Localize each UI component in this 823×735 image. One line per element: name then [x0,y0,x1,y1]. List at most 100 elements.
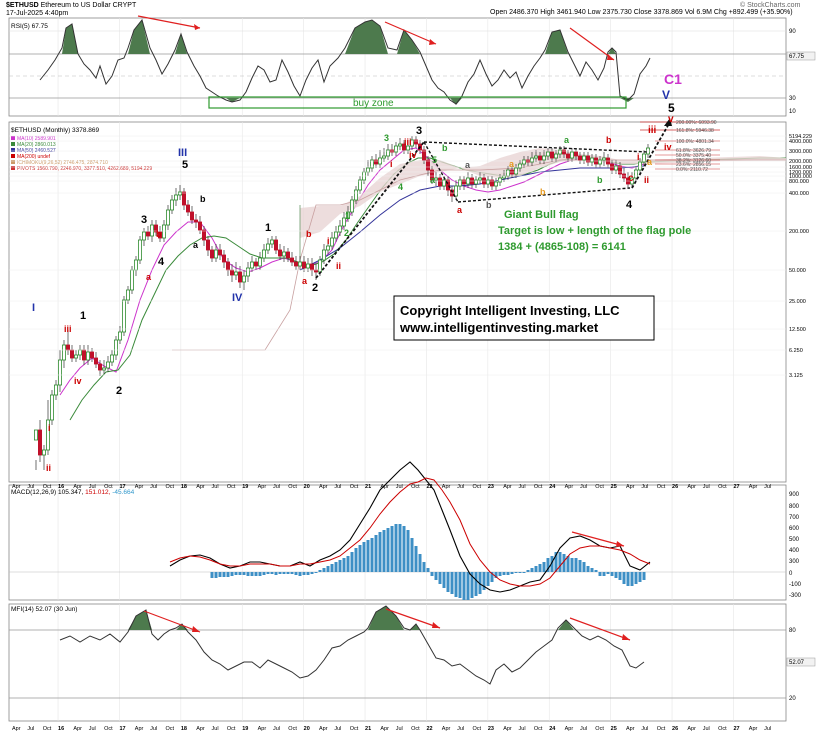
candle-body [58,359,63,386]
svg-text:i: i [327,236,330,246]
x-tick-label: Oct [350,484,359,490]
x-tick-label: Apr [135,484,144,490]
macd-bar [290,572,294,574]
svg-text:ii: ii [46,463,51,473]
candle-body [161,224,166,239]
candle-body [501,175,506,179]
x-tick-label: Apr [380,726,389,732]
svg-text:4: 4 [626,199,633,211]
svg-text:a: a [302,276,308,286]
svg-text:5: 5 [182,159,188,171]
candle-body [477,177,482,181]
candle-body [50,394,55,421]
x-tick-label: Jul [273,484,280,490]
macd-bar [610,572,614,576]
x-tick-label: Jul [703,726,710,732]
macd-bar [378,532,382,572]
svg-text:V: V [662,88,670,102]
x-tick-label: Jul [519,484,526,490]
x-tick-label: Apr [626,726,635,732]
x-tick-label: Oct [411,484,420,490]
macd-bar [222,572,226,577]
x-tick-label: Oct [350,726,359,732]
chart-canvas: buy zone RSI(5) 67.75 90 67.75 30 10 $ET… [8,15,816,732]
candle-body [185,204,190,213]
macd-bar [534,566,538,572]
candle-body [229,269,234,276]
macd-bar [574,558,578,572]
x-tick-label: Oct [227,484,236,490]
macd-bar [270,572,274,574]
macd-bar [438,572,442,584]
candle-body [590,157,595,163]
candle-body [213,249,218,259]
macd-bar [370,538,374,572]
macd-bar [258,572,262,576]
svg-text:iv: iv [409,150,417,160]
macd-bar [450,572,454,594]
svg-text:300: 300 [789,559,800,565]
svg-text:5: 5 [432,155,437,165]
macd-bar [486,572,490,586]
svg-text:500: 500 [789,537,800,543]
candle-body [281,251,286,257]
candle-body [554,153,559,159]
candle-body [365,167,370,173]
candle-body [538,155,543,161]
price-tick-label: 800.000 [789,179,809,185]
macd-bar [326,566,330,572]
macd-bar [506,572,510,575]
x-tick-label: 27 [733,726,739,732]
macd-bar [278,572,282,574]
x-tick-label: Oct [595,484,604,490]
svg-text:b: b [156,229,162,239]
x-tick-label: 21 [365,484,371,490]
candle-body [574,151,579,157]
candle-body [485,179,490,185]
x-axis: AprAprJulJulOctOct1616AprAprJulJulOctOct… [12,484,771,732]
macd-bar [246,572,250,576]
svg-text:1: 1 [345,211,350,221]
svg-text:-100: -100 [789,582,802,588]
macd-bar [514,572,518,573]
candle-body [493,181,498,187]
candle-body [201,229,206,241]
svg-text:b: b [486,200,492,210]
candle-body [94,357,99,365]
buy-zone-box [208,96,627,109]
x-tick-label: Jul [89,726,96,732]
macd-bar [518,572,522,573]
candle-body [514,167,519,175]
x-tick-label: 21 [365,726,371,732]
svg-text:161.8%: 5946.38: 161.8%: 5946.38 [676,128,714,134]
svg-text:67.75: 67.75 [789,54,805,60]
legend-swatch [11,160,15,164]
svg-text:1384 + (4865-108) = 6141: 1384 + (4865-108) = 6141 [498,241,626,253]
svg-text:30: 30 [789,96,796,102]
price-tick-label: 25.000 [789,299,806,305]
candle-body [534,155,539,159]
macd-bar [350,552,354,572]
candle-body [558,149,563,155]
candle-body [305,263,310,269]
macd-bar [582,562,586,572]
mfi-label: MFI(14) 52.07 (30 Jun) [11,606,77,613]
legend-swatch [11,166,15,170]
candle-body [197,221,202,231]
macd-bar [390,526,394,572]
macd-bar [318,570,322,572]
x-tick-label: Apr [12,726,21,732]
x-tick-label: Apr [442,484,451,490]
x-tick-label: 18 [181,484,187,490]
legend-swatch [11,136,15,140]
ma-legend: MA(10) 2589.901MA(20) 2860.013MA(50) 246… [11,136,152,172]
candle-body [285,251,290,259]
candle-body [542,155,547,161]
x-tick-label: Oct [43,726,52,732]
candle-body [114,339,119,356]
x-tick-label: Jul [703,484,710,490]
candle-body [349,199,354,213]
macd-bar [346,556,350,572]
x-tick-label: Jul [519,726,526,732]
macd-bar [422,562,426,572]
